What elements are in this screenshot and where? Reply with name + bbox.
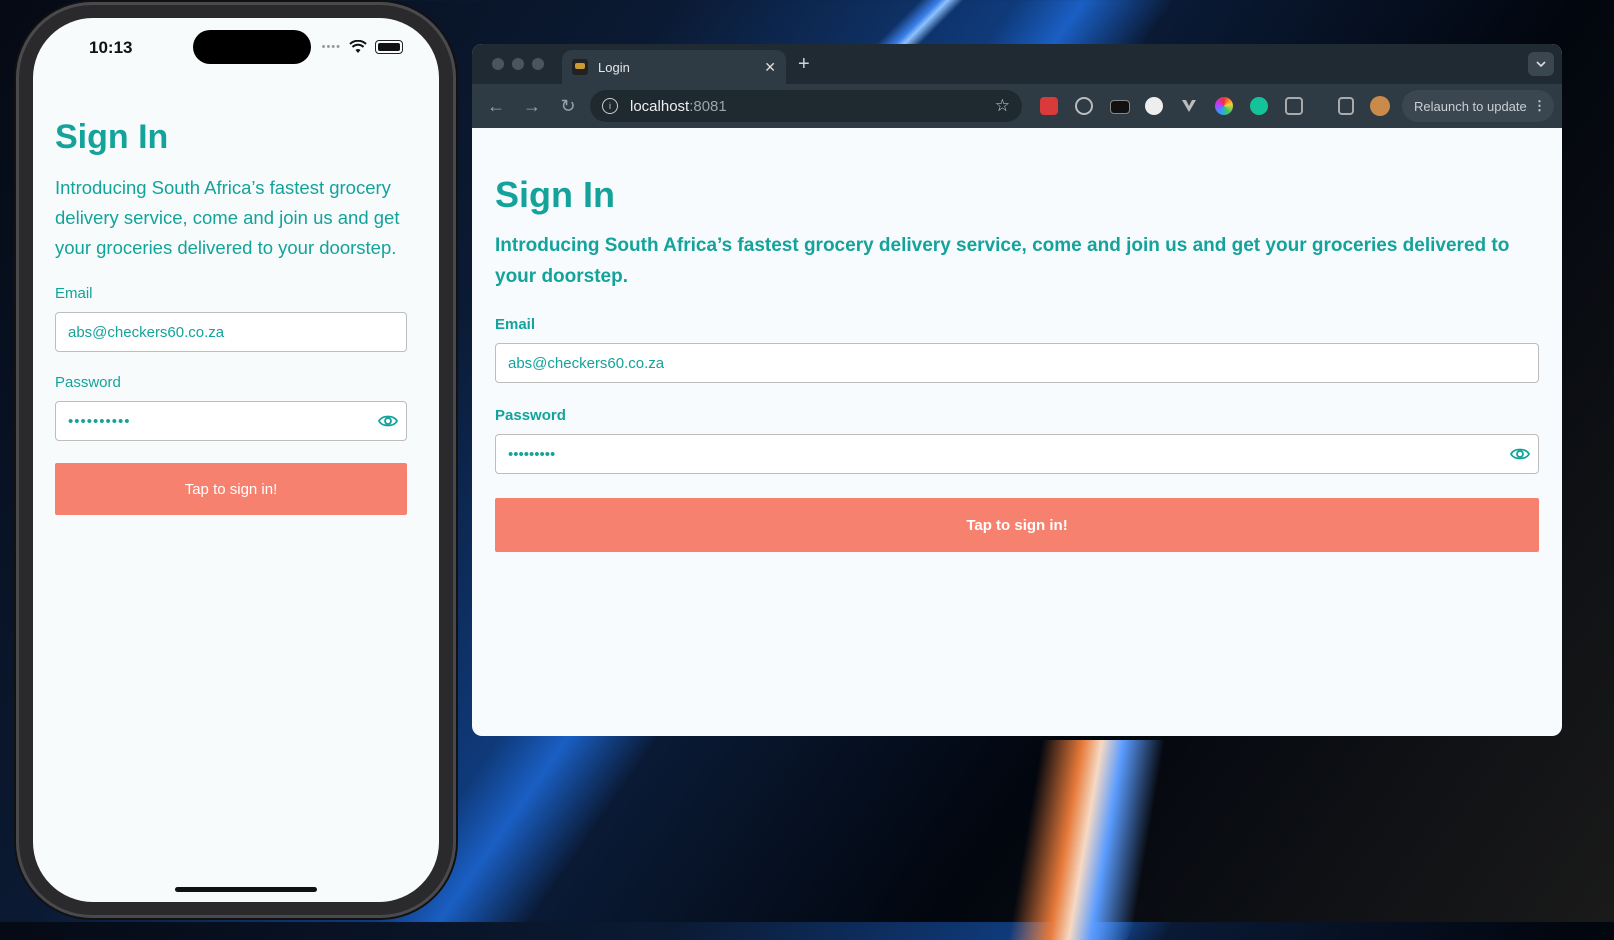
favicon-icon <box>572 59 588 75</box>
forward-icon[interactable]: → <box>514 96 550 117</box>
phone-screen: 10:13 •••• Sign In Introducing South Afr… <box>33 18 439 902</box>
phone-simulator: 10:13 •••• Sign In Introducing South Afr… <box>16 2 456 918</box>
extension-icon[interactable] <box>1145 97 1163 115</box>
password-label: Password <box>55 374 121 391</box>
relaunch-button[interactable]: Relaunch to update ⋮ <box>1402 90 1554 122</box>
eye-icon[interactable] <box>1510 447 1530 461</box>
zoom-window-button[interactable] <box>532 58 544 70</box>
wifi-icon <box>349 40 367 53</box>
info-icon[interactable]: i <box>602 98 618 114</box>
browser-login-form: Sign In Introducing South Africa’s faste… <box>495 174 1539 552</box>
window-controls <box>492 58 544 70</box>
close-window-button[interactable] <box>492 58 504 70</box>
browser-toolbar: ← → ↻ i localhost :8081 ☆ Relaunch to up… <box>472 84 1562 128</box>
status-time: 10:13 <box>89 38 133 57</box>
intro-text: Introducing South Africa’s fastest groce… <box>55 177 400 258</box>
sign-in-button[interactable]: Tap to sign in! <box>495 498 1539 552</box>
tab-login[interactable]: Login ✕ <box>562 50 786 84</box>
email-label: Email <box>55 285 93 302</box>
battery-icon <box>375 40 403 54</box>
address-bar[interactable]: i localhost :8081 ☆ <box>590 90 1022 122</box>
password-value: •••••••••• <box>68 412 131 430</box>
extension-icon[interactable] <box>1180 97 1198 115</box>
email-value: abs@checkers60.co.za <box>68 323 225 341</box>
tab-search-button[interactable] <box>1528 52 1554 76</box>
star-icon[interactable]: ☆ <box>995 96 1010 116</box>
relaunch-label: Relaunch to update <box>1414 98 1527 114</box>
password-field[interactable]: •••••••••• <box>55 401 407 441</box>
url-port: :8081 <box>689 97 727 115</box>
email-label: Email <box>495 316 536 333</box>
new-tab-button[interactable]: + <box>798 53 810 76</box>
kebab-icon[interactable]: ⋮ <box>1533 98 1546 114</box>
password-label: Password <box>495 407 566 424</box>
chevron-down-icon <box>1536 61 1546 67</box>
page-title: Sign In <box>55 118 169 156</box>
minimize-window-button[interactable] <box>512 58 524 70</box>
browser-window: Login ✕ + ← → ↻ i localhost :8081 ☆ Rela… <box>472 44 1562 736</box>
dynamic-island <box>193 30 311 64</box>
page-title: Sign In <box>495 174 615 215</box>
extension-icon[interactable] <box>1215 97 1233 115</box>
profile-avatar[interactable] <box>1370 96 1390 116</box>
home-indicator[interactable] <box>175 887 317 892</box>
tab-bar: Login ✕ + <box>472 44 1562 84</box>
intro-text: Introducing South Africa’s fastest groce… <box>495 235 1510 287</box>
extension-icon[interactable] <box>1285 97 1303 115</box>
signal-icon: •••• <box>321 41 341 53</box>
url-host: localhost <box>630 97 690 115</box>
reload-icon[interactable]: ↻ <box>550 96 586 117</box>
extension-icon[interactable] <box>1040 97 1058 115</box>
password-field[interactable]: ••••••••• <box>495 434 1539 474</box>
side-panel-icon[interactable] <box>1338 97 1354 115</box>
extension-icon[interactable] <box>1110 100 1130 114</box>
email-value: abs@checkers60.co.za <box>508 354 665 372</box>
close-tab-icon[interactable]: ✕ <box>764 59 776 76</box>
status-icons: •••• <box>322 40 403 54</box>
email-field[interactable]: abs@checkers60.co.za <box>495 343 1539 383</box>
wallpaper-glow <box>926 740 1234 940</box>
back-icon[interactable]: ← <box>478 96 514 117</box>
email-field[interactable]: abs@checkers60.co.za <box>55 312 407 352</box>
extension-icon[interactable] <box>1075 97 1093 115</box>
phone-login-form: Sign In Introducing South Africa’s faste… <box>55 118 407 515</box>
tab-title: Login <box>598 59 630 75</box>
extension-icon[interactable] <box>1250 97 1268 115</box>
eye-icon[interactable] <box>378 414 398 428</box>
sign-in-button[interactable]: Tap to sign in! <box>55 463 407 515</box>
password-value: ••••••••• <box>508 445 556 463</box>
